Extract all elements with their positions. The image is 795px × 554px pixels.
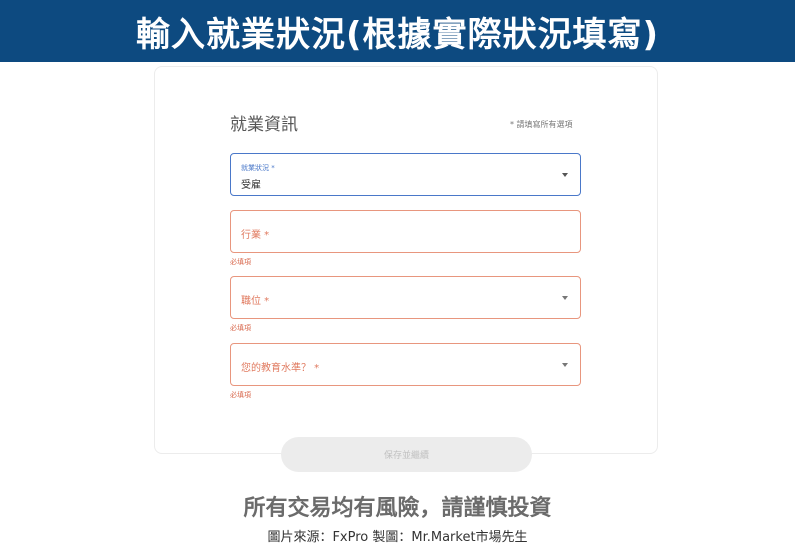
chevron-down-icon — [562, 296, 568, 300]
save-continue-button[interactable]: 保存並繼續 — [281, 437, 532, 472]
risk-warning: 所有交易均有風險，請謹慎投資 — [243, 496, 552, 521]
employment-status-label: 就業狀況 * — [241, 164, 275, 172]
source-credit: 圖片來源：FxPro 製圖：Mr.Market市場先生 — [267, 530, 528, 545]
industry-input[interactable]: 行業 * — [230, 210, 581, 253]
title-banner: 輸入就業狀況(根據實際狀況填寫) — [0, 0, 795, 62]
section-title: 就業資訊 — [230, 115, 298, 135]
position-select[interactable]: 職位 * — [230, 276, 581, 319]
required-note: * 請填寫所有選項 — [510, 120, 573, 129]
position-error: 必填項 — [230, 324, 251, 332]
education-error: 必填項 — [230, 391, 251, 399]
position-label: 職位 * — [241, 296, 270, 307]
employment-status-select[interactable]: 就業狀況 * 受雇 — [230, 153, 581, 196]
education-label: 您的教育水準？ * — [241, 363, 320, 374]
education-select[interactable]: 您的教育水準？ * — [230, 343, 581, 386]
industry-error: 必填項 — [230, 258, 251, 266]
employment-status-value: 受雇 — [241, 180, 261, 191]
chevron-down-icon — [562, 363, 568, 367]
banner-title: 輸入就業狀況(根據實際狀況填寫) — [135, 14, 660, 55]
industry-label: 行業 * — [241, 230, 270, 241]
chevron-down-icon — [562, 173, 568, 177]
